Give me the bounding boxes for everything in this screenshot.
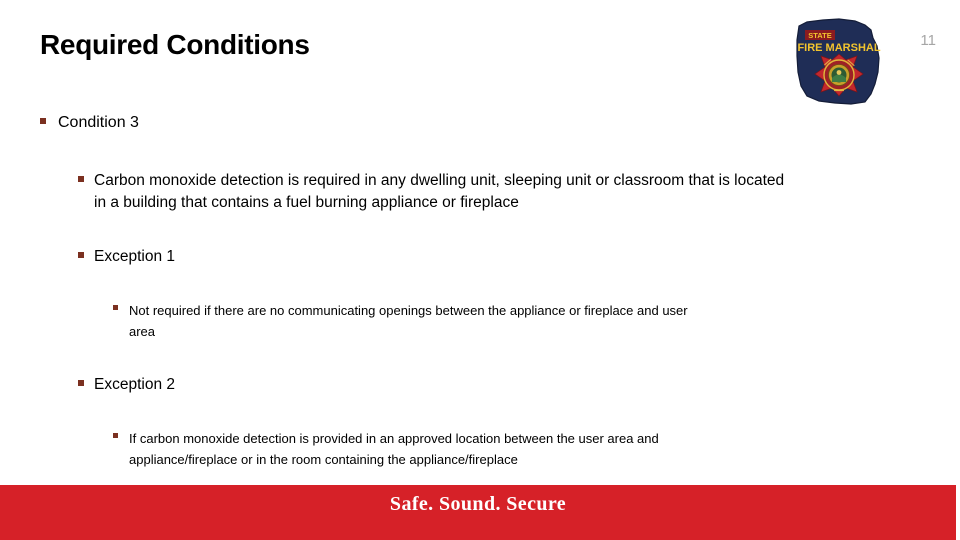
bullet-exception-2-detail-text: If carbon monoxide detection is provided… bbox=[129, 428, 798, 470]
square-bullet-icon bbox=[113, 305, 118, 310]
square-bullet-icon bbox=[113, 433, 118, 438]
bullet-exception-1-detail: Not required if there are no communicati… bbox=[113, 300, 960, 342]
bullet-exception-1-detail-line-2: area bbox=[129, 324, 156, 339]
page-title: Required Conditions bbox=[40, 29, 310, 60]
badge-state-text: STATE bbox=[808, 31, 831, 40]
square-bullet-icon bbox=[40, 118, 46, 124]
bullet-condition-3-label: Condition 3 bbox=[58, 114, 139, 131]
bullet-exception-1-detail-line-1: Not required if there are no communicati… bbox=[129, 303, 688, 318]
bullet-exception-1-label: Exception 1 bbox=[94, 248, 175, 265]
bullet-exception-2-label: Exception 2 bbox=[94, 376, 175, 393]
bullet-exception-2-detail-line-2: appliance/fireplace or in the room conta… bbox=[129, 452, 518, 467]
bullet-exception-1: Exception 1 bbox=[78, 246, 960, 268]
bullet-exception-2-detail: If carbon monoxide detection is provided… bbox=[113, 428, 960, 470]
square-bullet-icon bbox=[78, 176, 84, 182]
bullet-condition-3: Condition 3 bbox=[40, 112, 960, 134]
bullet-exception-1-detail-text: Not required if there are no communicati… bbox=[129, 300, 798, 342]
presentation-slide: Required Conditions 11 STATE FIRE MARSHA… bbox=[0, 0, 960, 540]
bullet-exception-2-detail-line-1: If carbon monoxide detection is provided… bbox=[129, 431, 659, 446]
slide-body: Condition 3 Carbon monoxide detection is… bbox=[0, 112, 960, 470]
footer-tagline: Safe. Sound. Secure bbox=[389, 493, 567, 515]
bullet-carbon-monoxide-requirement: Carbon monoxide detection is required in… bbox=[78, 170, 960, 214]
bullet-exception-2: Exception 2 bbox=[78, 374, 960, 396]
bullet-carbon-monoxide-requirement-text: Carbon monoxide detection is required in… bbox=[94, 172, 785, 211]
square-bullet-icon bbox=[78, 380, 84, 386]
badge-fire-marshal-text: FIRE MARSHAL bbox=[797, 42, 880, 54]
square-bullet-icon bbox=[78, 252, 84, 258]
footer-bar: Safe. Sound. Secure bbox=[0, 485, 956, 540]
slide-page-number: 11 bbox=[920, 32, 936, 49]
ohio-state-fire-marshal-badge-icon: STATE FIRE MARSHAL bbox=[793, 16, 885, 106]
